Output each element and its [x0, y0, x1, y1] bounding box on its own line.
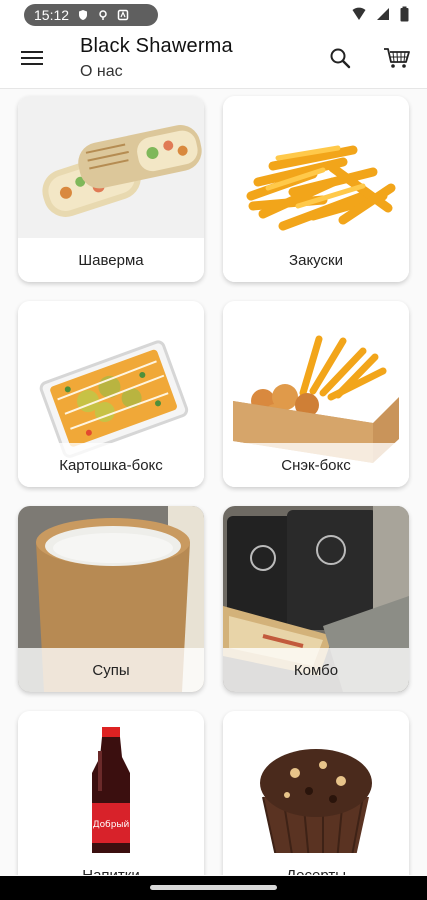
card-label-band: Снэк-бокс: [223, 443, 409, 487]
hamburger-icon: [21, 51, 43, 65]
location-icon: [99, 10, 107, 20]
category-card-combo[interactable]: Комбо: [223, 506, 409, 692]
category-card-snack-box[interactable]: Снэк-бокс: [223, 301, 409, 487]
system-nav-bar: [0, 876, 427, 900]
battery-icon: [400, 6, 409, 22]
category-card-shawarma[interactable]: Шаверма: [18, 96, 204, 282]
menu-button[interactable]: [16, 42, 48, 74]
status-time: 15:12: [34, 7, 70, 23]
card-label-band: Закуски: [223, 238, 409, 282]
drink-bottle-image: Добрый: [18, 711, 204, 875]
status-right-icons: [352, 6, 409, 22]
card-label-band: Картошка-бокс: [18, 443, 204, 487]
status-pill: 15:12: [24, 4, 158, 26]
notification-icon: [117, 9, 129, 21]
wifi-icon: [352, 7, 366, 20]
card-label-band: Десерты: [223, 853, 409, 875]
app-title: Black Shawerma: [80, 35, 233, 57]
shield-icon: [79, 10, 88, 20]
status-bar: 15:12: [0, 0, 427, 30]
cart-button[interactable]: [380, 42, 414, 74]
card-label-band: Шаверма: [18, 238, 204, 282]
home-gesture-handle[interactable]: [150, 885, 277, 890]
category-label: Напитки: [82, 866, 140, 876]
category-label: Комбо: [293, 661, 339, 679]
category-label: Супы: [92, 661, 130, 679]
category-grid: Шаверма Закуски Картошка-бокс Снэк-бокс …: [0, 90, 427, 875]
search-icon: [330, 48, 351, 69]
card-label-band: Напитки: [18, 853, 204, 875]
category-card-desserts[interactable]: Десерты: [223, 711, 409, 875]
card-label-band: Супы: [18, 648, 204, 692]
search-button[interactable]: [324, 42, 356, 74]
category-label: Снэк-бокс: [281, 456, 351, 474]
drink-label-text: Добрый: [93, 820, 130, 830]
category-label: Закуски: [289, 251, 343, 269]
category-label: Картошка-бокс: [59, 456, 163, 474]
signal-icon: [377, 8, 389, 20]
muffin-image: [223, 711, 409, 875]
category-card-drinks[interactable]: Добрый Напитки: [18, 711, 204, 875]
app-bar: Black Shawerma О нас: [0, 30, 427, 89]
about-link[interactable]: О нас: [80, 63, 123, 81]
category-card-potato-box[interactable]: Картошка-бокс: [18, 301, 204, 487]
category-label: Шаверма: [78, 251, 144, 269]
category-label: Десерты: [285, 866, 346, 876]
card-label-band: Комбо: [223, 648, 409, 692]
cart-icon: [384, 48, 410, 68]
category-card-soups[interactable]: Супы: [18, 506, 204, 692]
category-card-snacks[interactable]: Закуски: [223, 96, 409, 282]
